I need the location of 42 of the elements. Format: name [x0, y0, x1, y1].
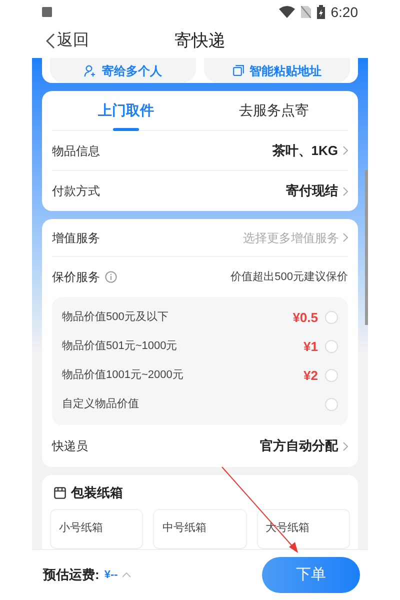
option-label: 物品价值501元~1000元 — [62, 339, 178, 354]
notification-icon — [42, 7, 52, 17]
row-label: 快递员 — [52, 438, 88, 455]
wifi-icon — [278, 6, 295, 18]
option-price: ¥1 — [304, 338, 318, 356]
chevron-right-icon — [343, 146, 348, 155]
status-time: 6:20 — [330, 2, 358, 22]
battery-icon — [316, 5, 325, 19]
person-add-icon — [84, 64, 96, 76]
option-label: 自定义物品价值 — [62, 396, 139, 412]
radio-button[interactable] — [325, 340, 338, 353]
option-label: 物品价值1001元~2000元 — [62, 368, 184, 384]
back-chevron-icon — [46, 33, 55, 49]
chevron-right-icon — [343, 186, 348, 196]
option-price: ¥0.5 — [292, 308, 318, 327]
tab[interactable]: 去服务点寄 — [200, 91, 348, 130]
option-price: ¥2 — [304, 366, 318, 385]
radio-button[interactable] — [325, 398, 338, 411]
row-value[interactable]: 寄付现结 — [286, 181, 348, 201]
chevron-up-icon[interactable] — [122, 572, 131, 578]
option-label: 物品价值500元及以下 — [62, 310, 168, 326]
chevron-right-icon — [343, 233, 348, 242]
courier-selector[interactable]: 官方自动分配 — [260, 436, 348, 456]
tab[interactable]: 上门取件 — [52, 91, 200, 130]
no-sim-icon — [300, 6, 311, 18]
back-button[interactable]: 返回 — [46, 29, 89, 53]
radio-button[interactable] — [325, 311, 338, 324]
hint-text: 价值超出500元建议保价 — [230, 270, 348, 285]
copy-icon — [232, 65, 244, 76]
row-label: 物品信息 — [52, 142, 100, 160]
row-label: 保价服务 — [52, 269, 100, 286]
section-title: 包装纸箱 — [71, 484, 123, 502]
row-label: 付款方式 — [52, 183, 100, 200]
chevron-right-icon — [343, 442, 348, 450]
estimate-price: ¥-- — [104, 568, 118, 583]
estimate-label: 预估运费: — [43, 566, 100, 584]
page-title: 寄快递 — [174, 30, 226, 52]
row-value[interactable]: 茶叶、1KG — [272, 140, 348, 160]
box-icon — [54, 486, 66, 499]
row-label: 增值服务 — [52, 230, 100, 246]
radio-button[interactable] — [325, 369, 338, 382]
info-icon[interactable] — [105, 271, 117, 283]
